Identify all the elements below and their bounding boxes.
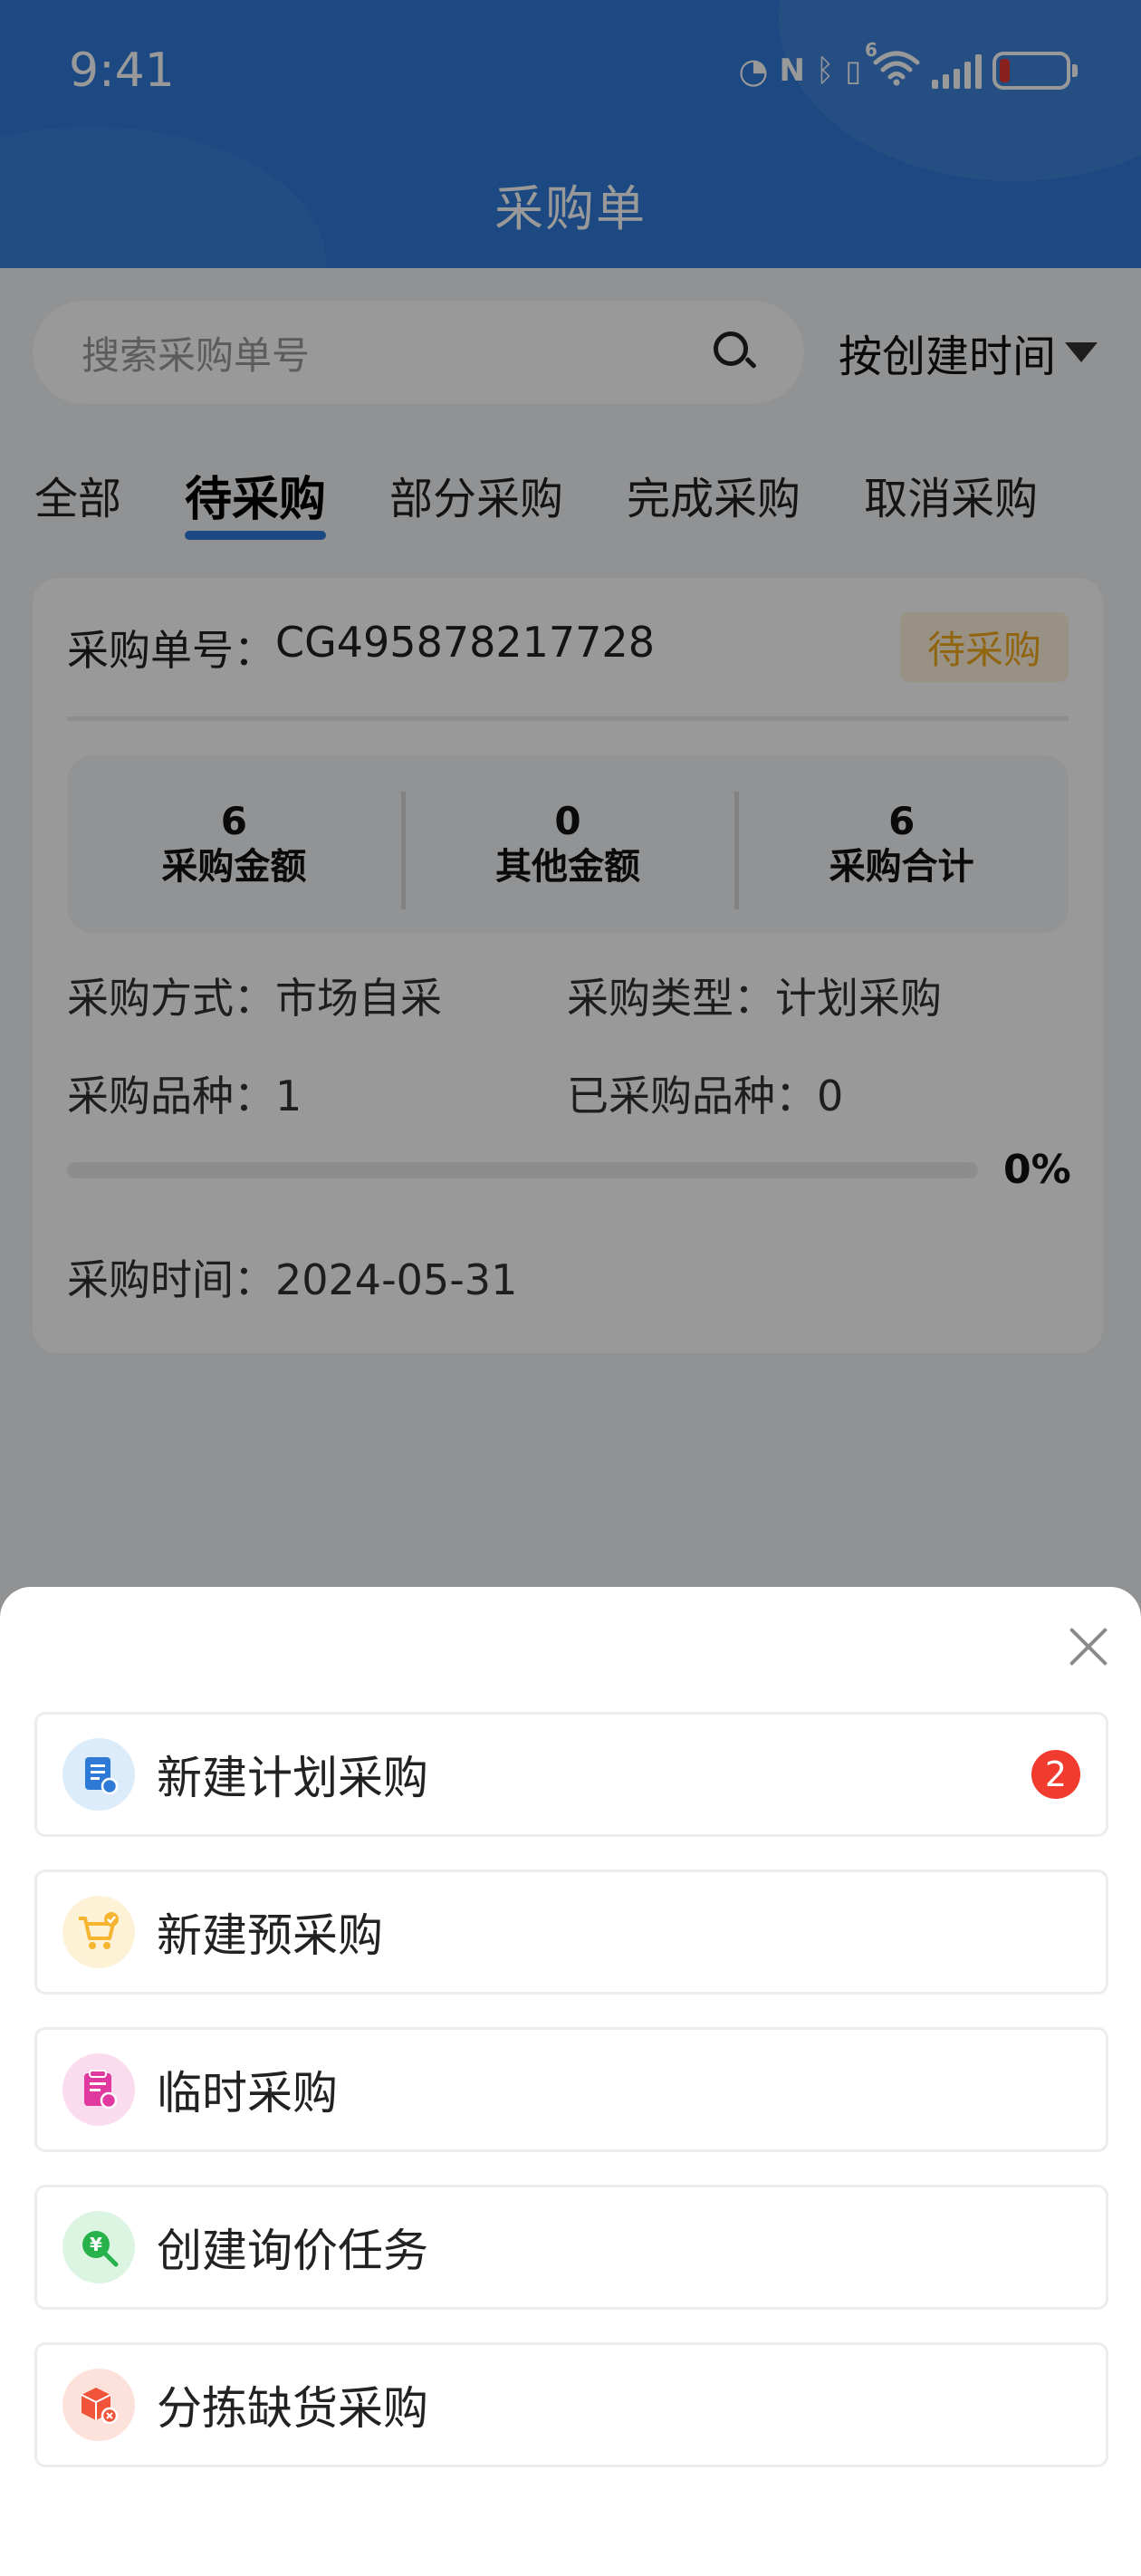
cart-icon xyxy=(62,1896,135,1968)
inquiry-icon: ¥ xyxy=(62,2211,135,2283)
action-menu: 新建计划采购 2 新建预采购 临时采购 ¥ 创建询价任务 分拣缺货采购 xyxy=(34,1712,1108,2500)
menu-item-label: 临时采购 xyxy=(157,2067,338,2119)
new-pre-purchase-item[interactable]: 新建预采购 xyxy=(34,1870,1108,1994)
purchase-order-page: 9:41 ◔ N ᛒ ▯ 6 采购单 搜索采购单号 按创建时间 全部 待采购 部… xyxy=(0,0,1141,2576)
notification-badge: 2 xyxy=(1031,1750,1080,1799)
new-plan-purchase-item[interactable]: 新建计划采购 2 xyxy=(34,1712,1108,1837)
stockout-box-icon xyxy=(62,2369,135,2441)
action-sheet: 新建计划采购 2 新建预采购 临时采购 ¥ 创建询价任务 分拣缺货采购 xyxy=(0,1587,1141,2576)
create-inquiry-task-item[interactable]: ¥ 创建询价任务 xyxy=(34,2185,1108,2310)
plan-purchase-icon xyxy=(62,1738,135,1811)
menu-item-label: 分拣缺货采购 xyxy=(157,2382,428,2435)
close-icon[interactable] xyxy=(1060,1618,1117,1676)
sorting-stockout-purchase-item[interactable]: 分拣缺货采购 xyxy=(34,2342,1108,2467)
menu-item-label: 新建预采购 xyxy=(157,1909,383,1962)
temporary-purchase-icon xyxy=(62,2053,135,2126)
temporary-purchase-item[interactable]: 临时采购 xyxy=(34,2027,1108,2152)
menu-item-label: 创建询价任务 xyxy=(157,2225,428,2277)
svg-text:¥: ¥ xyxy=(90,2234,102,2255)
menu-item-label: 新建计划采购 xyxy=(157,1752,428,1804)
